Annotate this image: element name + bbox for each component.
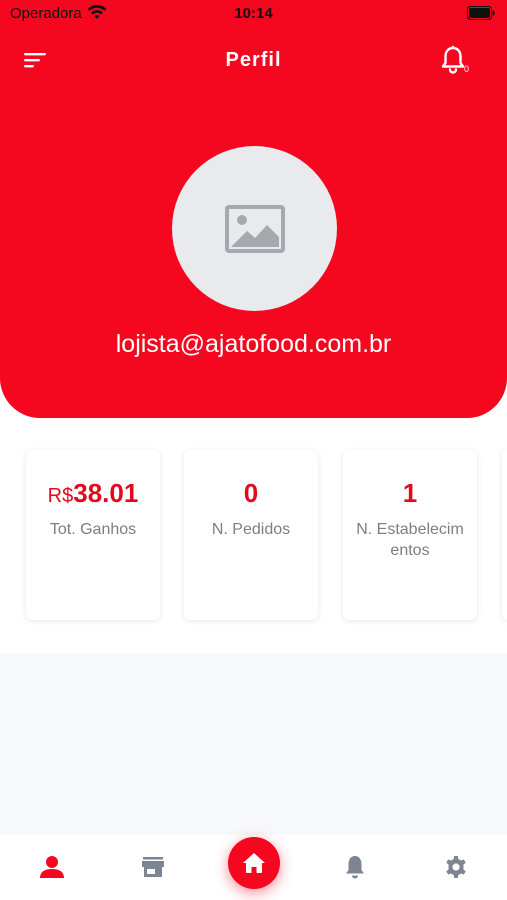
content-area [0, 653, 507, 835]
clock: 10:14 [234, 5, 273, 22]
stat-value-establishments: 1 [402, 478, 418, 508]
stat-value-earnings: R$38.01 [26, 478, 160, 509]
earnings-amount: 38.01 [73, 478, 139, 508]
store-icon [142, 857, 164, 877]
bell-icon [346, 856, 364, 879]
nav-home-button[interactable] [228, 837, 280, 889]
image-placeholder-icon [224, 204, 285, 253]
profile-screen: Operadora 10:14 Perfil 0 lojista@ajatofo… [0, 0, 507, 900]
home-icon [243, 853, 265, 873]
bottom-navigation [0, 835, 507, 900]
nav-profile-button[interactable] [38, 853, 66, 881]
stat-value-orders: 0 [243, 478, 259, 508]
gear-icon [446, 856, 466, 878]
user-icon [40, 856, 64, 878]
bell-icon [441, 45, 465, 74]
page-title: Perfil [225, 49, 282, 71]
nav-settings-button[interactable] [442, 853, 470, 881]
stats-section: R$38.01 Tot. Ganhos 0 N. Pedidos 1 N. Es… [0, 418, 507, 653]
stat-label-establishments: N. Estabelecimentos [356, 521, 464, 559]
stat-card-orders: 0 N. Pedidos [184, 450, 318, 620]
avatar[interactable] [172, 146, 337, 311]
notification-count: 0 [463, 64, 469, 74]
battery-icon [467, 6, 495, 20]
currency-symbol: R$ [47, 485, 74, 507]
stat-card-earnings: R$38.01 Tot. Ganhos [26, 450, 160, 620]
nav-notifications-button[interactable] [341, 853, 369, 881]
profile-header: Operadora 10:14 Perfil 0 lojista@ajatofo… [0, 0, 507, 418]
user-email: lojista@ajatofood.com.br [115, 330, 392, 358]
status-bar: Operadora 10:14 [0, 0, 507, 28]
stat-card-establishments: 1 N. Estabelecimentos [343, 450, 477, 620]
stat-card-partial [502, 450, 507, 620]
nav-store-button[interactable] [139, 853, 167, 881]
stat-label-orders: N. Pedidos [211, 521, 291, 538]
stat-label-earnings: Tot. Ganhos [49, 521, 137, 538]
notification-button[interactable]: 0 [439, 45, 469, 75]
